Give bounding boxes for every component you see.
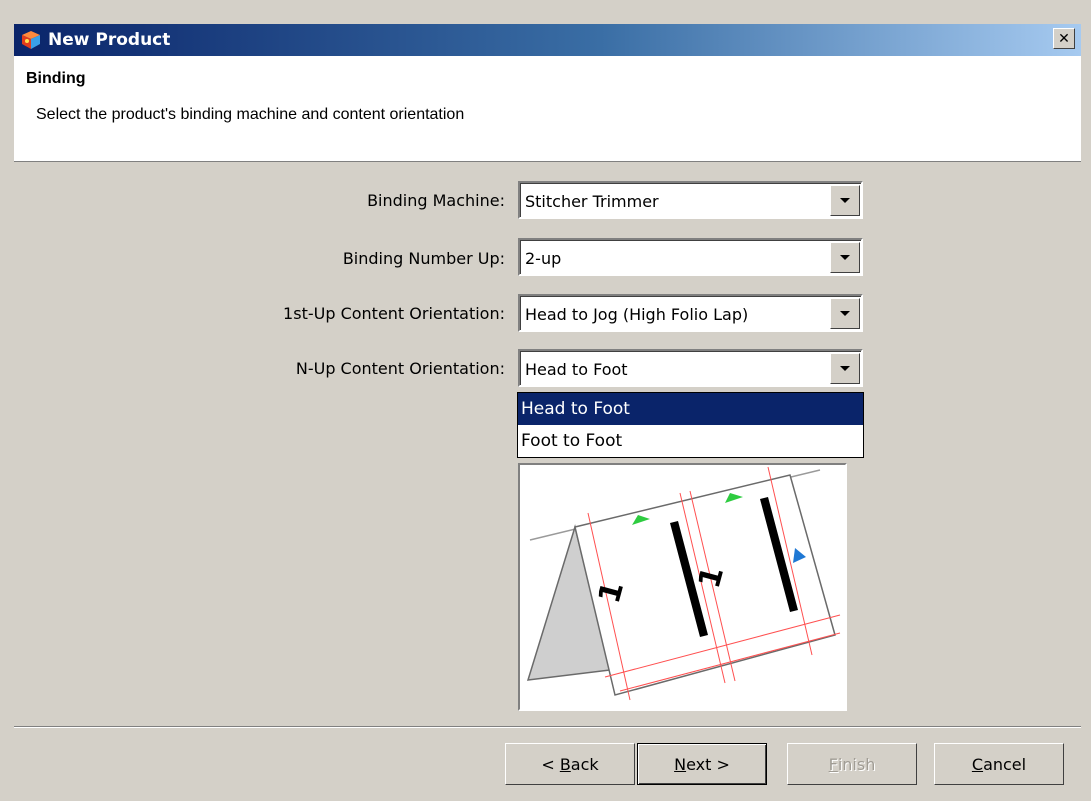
title-bar[interactable]: New Product ✕ [14,24,1081,56]
finish-rest: inish [837,754,876,774]
finish-button[interactable]: Finish [787,743,917,785]
combo-field: Head to Foot [520,351,861,385]
cancel-mnemonic: C [971,754,984,774]
finish-mnemonic: F [828,754,838,774]
dropdown-option-foot-to-foot[interactable]: Foot to Foot [518,425,863,457]
binding-preview-illustration: 1 1 [526,466,841,701]
combo-field: 2-up [520,240,861,274]
chevron-down-icon [840,198,850,203]
cancel-rest: ancel [983,754,1027,774]
binding-machine-value: Stitcher Trimmer [525,192,659,211]
footer-separator [14,726,1081,728]
next-rest: ext > [686,754,730,774]
n-up-orientation-dropdown-list: Head to Foot Foot to Foot [517,392,864,458]
dropdown-option-head-to-foot[interactable]: Head to Foot [518,393,863,425]
binding-machine-label: Binding Machine: [367,191,505,210]
combo-field: Stitcher Trimmer [520,183,861,217]
binding-number-up-dropdown-button[interactable] [830,242,860,273]
first-up-orientation-combo[interactable]: Head to Jog (High Folio Lap) [518,294,863,332]
binding-number-up-combo[interactable]: 2-up [518,238,863,276]
window-title: New Product [48,30,171,50]
page-subtitle: Select the product's binding machine and… [36,106,465,123]
close-icon: ✕ [1058,30,1070,47]
binding-preview: 1 1 [518,463,847,711]
new-product-dialog: New Product ✕ Binding Select the product… [0,0,1091,801]
product-cube-icon [20,29,42,51]
binding-number-up-value: 2-up [525,249,562,268]
page-title: Binding [26,70,86,87]
binding-machine-combo[interactable]: Stitcher Trimmer [518,181,863,219]
first-up-orientation-label: 1st-Up Content Orientation: [283,304,505,323]
wizard-header: Binding Select the product's binding mac… [14,56,1081,162]
close-button[interactable]: ✕ [1053,28,1075,49]
back-rest: ack [570,754,599,774]
n-up-orientation-dropdown-button[interactable] [830,353,860,384]
chevron-down-icon [840,311,850,316]
back-prefix: < [541,754,560,774]
combo-field: Head to Jog (High Folio Lap) [520,296,861,330]
n-up-orientation-label: N-Up Content Orientation: [295,359,505,378]
first-up-orientation-dropdown-button[interactable] [830,298,860,329]
chevron-down-icon [840,366,850,371]
n-up-orientation-combo[interactable]: Head to Foot [518,349,863,387]
cancel-button[interactable]: Cancel [934,743,1064,785]
binding-machine-dropdown-button[interactable] [830,185,860,216]
chevron-down-icon [840,255,850,260]
next-mnemonic: N [674,754,687,774]
n-up-orientation-value: Head to Foot [525,360,628,379]
next-button[interactable]: Next > [637,743,767,785]
back-mnemonic: B [559,754,571,774]
first-up-orientation-value: Head to Jog (High Folio Lap) [525,305,749,324]
binding-number-up-label: Binding Number Up: [342,249,505,268]
back-button[interactable]: < Back [505,743,635,785]
